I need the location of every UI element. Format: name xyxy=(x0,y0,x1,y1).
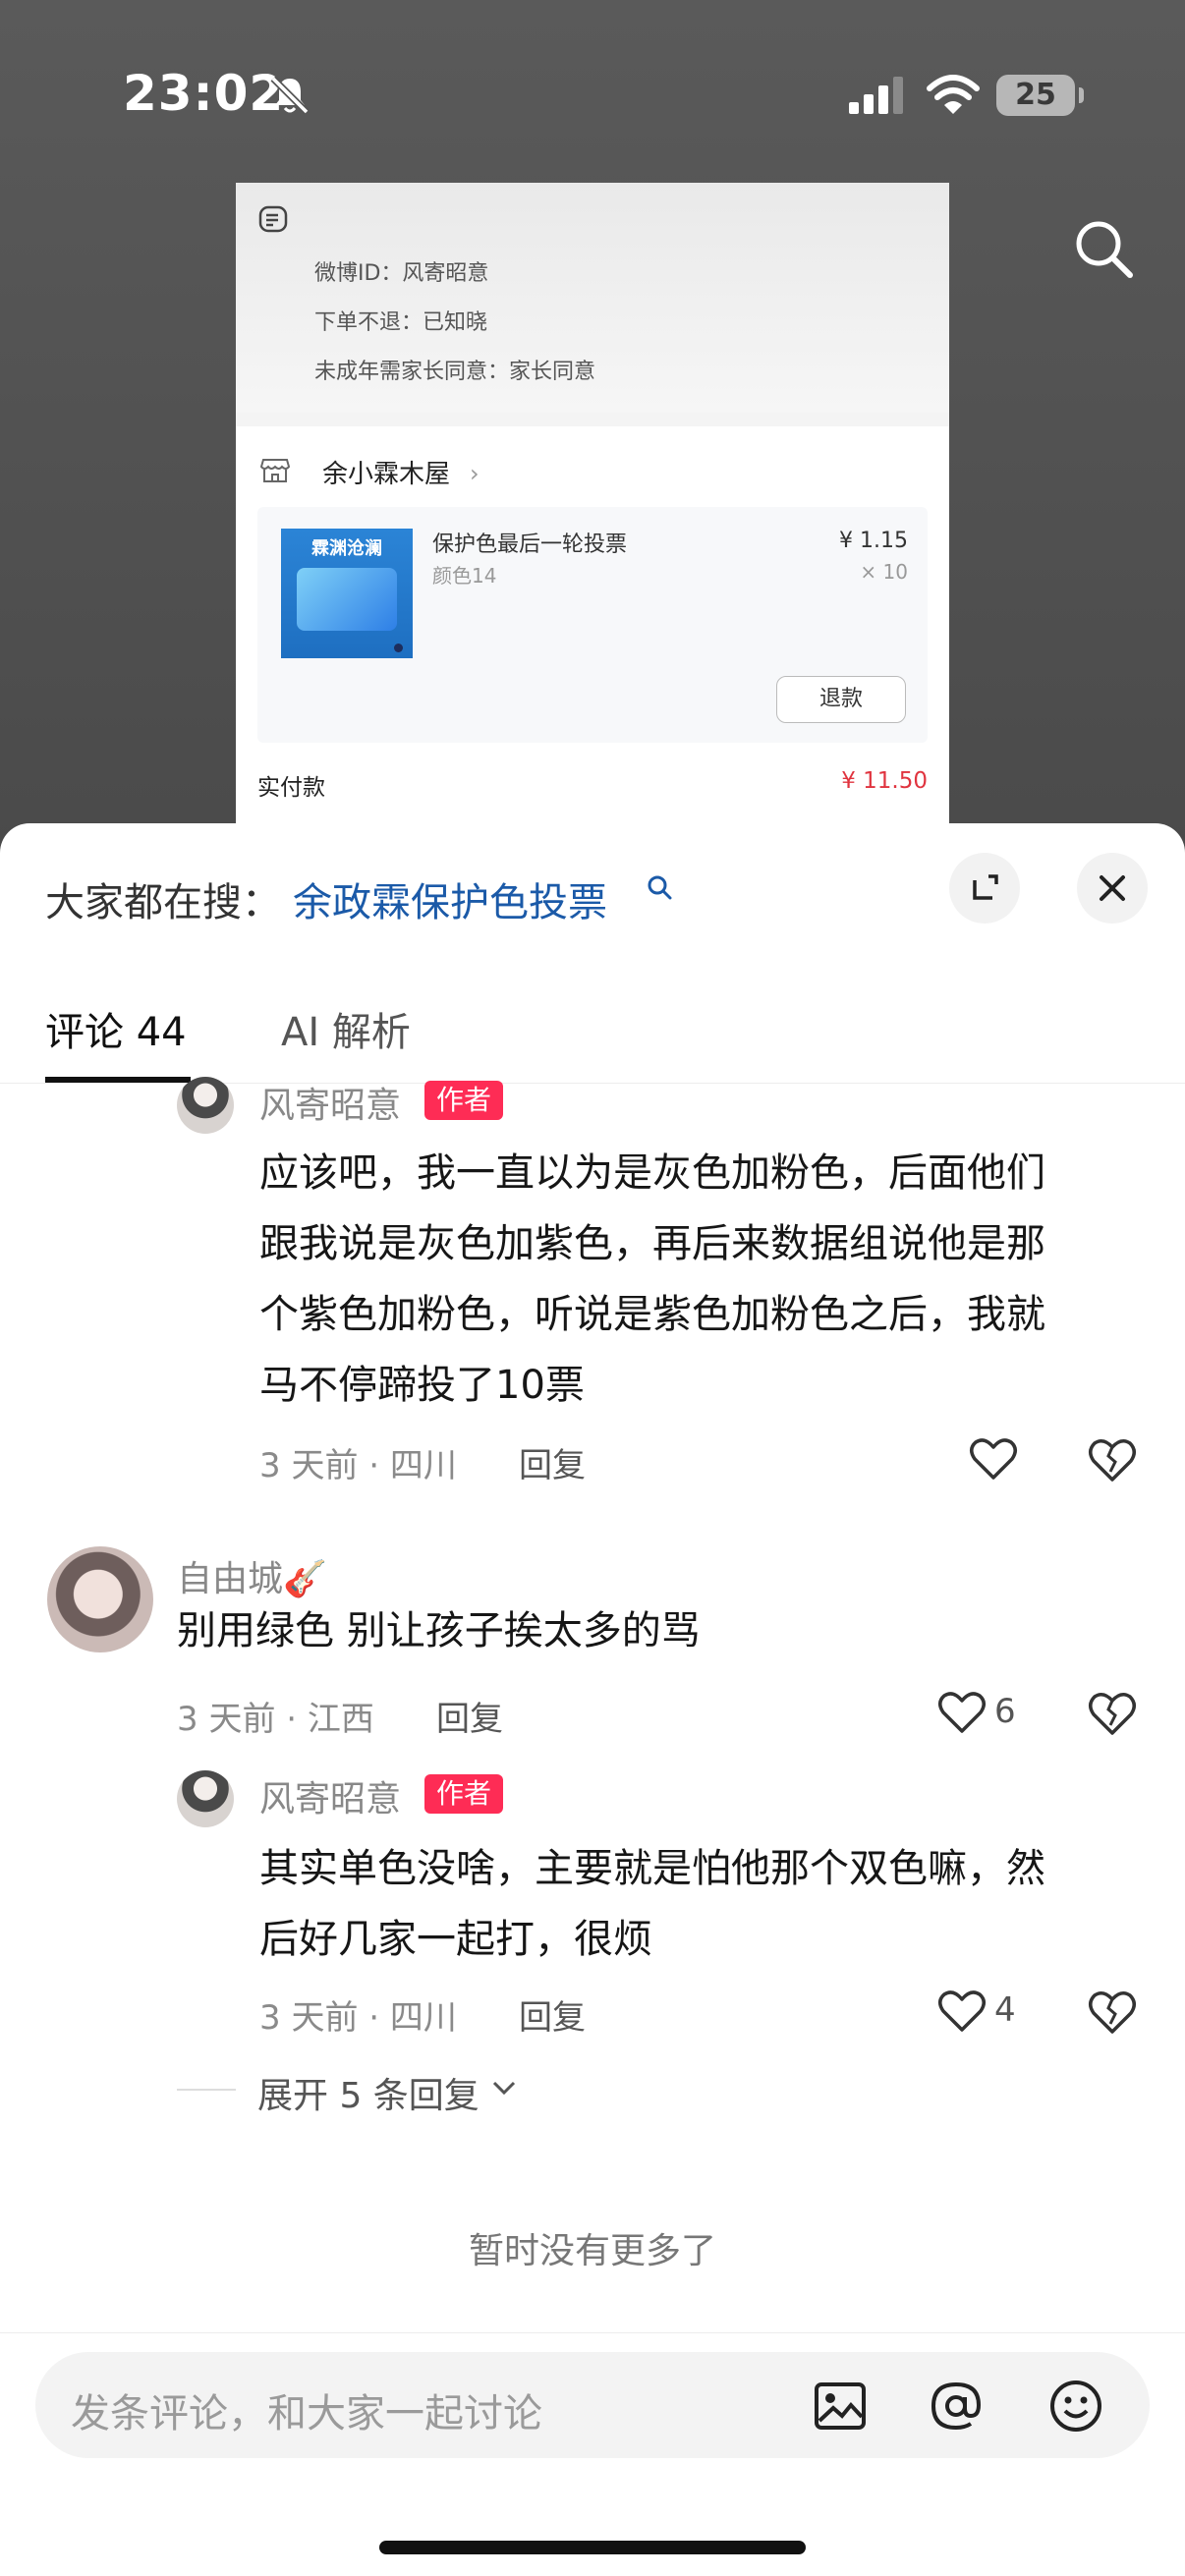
comment-input-placeholder: 发条评论，和大家一起讨论 xyxy=(71,2391,542,2436)
chevron-right-icon: › xyxy=(470,460,480,487)
reply-button[interactable]: 回复 xyxy=(519,1990,586,2039)
comment-username[interactable]: 自由城🎸 xyxy=(177,1550,327,1601)
dislike-broken-heart-icon[interactable] xyxy=(1087,1436,1138,1484)
search-icon[interactable] xyxy=(1071,216,1136,281)
comment-text-line: 个紫色加粉色，听说是紫色加粉色之后，我就 xyxy=(259,1292,1045,1337)
status-time: 23:02 xyxy=(123,65,285,122)
like-count: 6 xyxy=(994,1692,1016,1731)
comment-text-line: 其实单色没啥，主要就是怕他那个双色嘛，然 xyxy=(259,1846,1045,1891)
hot-search-label: 大家都在搜： xyxy=(45,880,281,925)
comment-meta: 3 天前 · 江西 xyxy=(177,1700,374,1739)
cellular-signal-icon xyxy=(849,77,903,114)
comment-text-line: 马不停蹄投了10票 xyxy=(259,1363,585,1408)
dislike-broken-heart-icon[interactable] xyxy=(1087,1988,1138,2036)
note-icon xyxy=(258,205,288,233)
shop-icon xyxy=(259,459,291,482)
comment-sheet: 大家都在搜： 余政霖保护色投票 评论 44 AI 解析 风寄昭意 作者 应该吧，… xyxy=(0,823,1185,2576)
comment-input[interactable]: 发条评论，和大家一起讨论 xyxy=(35,2352,1150,2458)
comment-meta: 3 天前 · 四川 xyxy=(259,1998,457,2038)
product-thumbnail: 霖渊沧澜 xyxy=(281,529,413,658)
order-item: 霖渊沧澜 保护色最后一轮投票 颜色14 ¥ 1.15 × 10 退款 xyxy=(257,507,928,743)
emoji-icon[interactable] xyxy=(1047,2378,1104,2435)
expand-replies-button[interactable]: 展开 5 条回复 xyxy=(257,2067,480,2118)
reply-button[interactable]: 回复 xyxy=(436,1692,503,1740)
like-heart-icon[interactable] xyxy=(937,1988,987,2034)
home-indicator[interactable] xyxy=(379,2541,806,2554)
author-badge: 作者 xyxy=(424,1081,504,1120)
comment-text-line: 跟我说是灰色加紫色，再后来数据组说他是那 xyxy=(259,1221,1045,1266)
shop-name: 余小霖木屋 xyxy=(322,460,451,489)
shop-section: 余小霖木屋 › 霖渊沧澜 保护色最后一轮投票 颜色14 ¥ 1.15 × 10 … xyxy=(236,426,949,865)
comment-text: 其实单色没啥，主要就是怕他那个双色嘛，然 后好几家一起打，很烦 xyxy=(259,1833,1045,1975)
thumbnail-dot xyxy=(394,644,403,652)
like-heart-icon[interactable] xyxy=(969,1436,1018,1482)
item-variant: 颜色14 xyxy=(432,564,497,588)
like-count: 4 xyxy=(994,1990,1016,2030)
tab-ai-analysis[interactable]: AI 解析 xyxy=(281,1000,411,1057)
thumbnail-title: 霖渊沧澜 xyxy=(311,538,382,559)
mention-icon[interactable] xyxy=(928,2378,985,2435)
chevron-down-icon[interactable] xyxy=(491,2079,517,2097)
refund-button: 退款 xyxy=(776,676,906,723)
comment-meta: 3 天前 · 四川 xyxy=(259,1446,457,1485)
comment-username[interactable]: 风寄昭意 xyxy=(259,1770,401,1821)
silent-bell-icon xyxy=(270,76,310,115)
avatar[interactable] xyxy=(177,1770,234,1827)
comment-text: 应该吧，我一直以为是灰色加粉色，后面他们 跟我说是灰色加紫色，再后来数据组说他是… xyxy=(259,1138,1045,1421)
hot-search-link[interactable]: 余政霖保护色投票 xyxy=(293,870,607,927)
avatar[interactable] xyxy=(47,1546,153,1652)
comment-username[interactable]: 风寄昭意 xyxy=(259,1077,401,1128)
no-more-text: 暂时没有更多了 xyxy=(468,2231,716,2271)
item-quantity: × 10 xyxy=(860,560,908,584)
tabs-divider xyxy=(0,1083,1185,1084)
weibo-id-line: 微博ID：风寄昭意 xyxy=(314,261,489,286)
comment-text: 别用绿色 别让孩子挨太多的骂 xyxy=(177,1596,701,1666)
wifi-icon xyxy=(927,75,980,114)
comment-text-line: 应该吧，我一直以为是灰色加粉色，后面他们 xyxy=(259,1150,1045,1196)
item-price: ¥ 1.15 xyxy=(839,529,908,553)
paid-value: ¥ 11.50 xyxy=(841,768,928,794)
author-badge: 作者 xyxy=(424,1774,504,1814)
image-icon[interactable] xyxy=(812,2378,869,2435)
tab-comments[interactable]: 评论 44 xyxy=(45,1000,187,1057)
minor-consent-line: 未成年需家长同意：家长同意 xyxy=(314,360,596,384)
input-divider xyxy=(0,2332,1185,2333)
comment-text-line: 后好几家一起打，很烦 xyxy=(259,1917,652,1962)
comment-text-line: 别用绿色 别让孩子挨太多的骂 xyxy=(177,1608,701,1653)
dislike-broken-heart-icon[interactable] xyxy=(1087,1690,1138,1737)
like-heart-icon[interactable] xyxy=(937,1690,987,1735)
search-icon[interactable] xyxy=(647,874,672,900)
thumbnail-card-graphic xyxy=(297,568,397,631)
order-screenshot: 微博ID：风寄昭意 下单不退：已知晓 未成年需家长同意：家长同意 余小霖木屋 ›… xyxy=(236,183,949,865)
order-remarks: 微博ID：风寄昭意 下单不退：已知晓 未成年需家长同意：家长同意 xyxy=(236,183,949,413)
avatar[interactable] xyxy=(177,1077,234,1134)
battery-indicator: 25 xyxy=(996,75,1084,116)
item-title: 保护色最后一轮投票 xyxy=(432,532,628,557)
close-icon[interactable] xyxy=(1077,853,1148,924)
expand-divider xyxy=(177,2089,236,2091)
reply-button[interactable]: 回复 xyxy=(519,1438,586,1486)
no-refund-line: 下单不退：已知晓 xyxy=(314,310,488,335)
expand-icon[interactable] xyxy=(949,853,1020,924)
paid-label: 实付款 xyxy=(257,775,325,801)
